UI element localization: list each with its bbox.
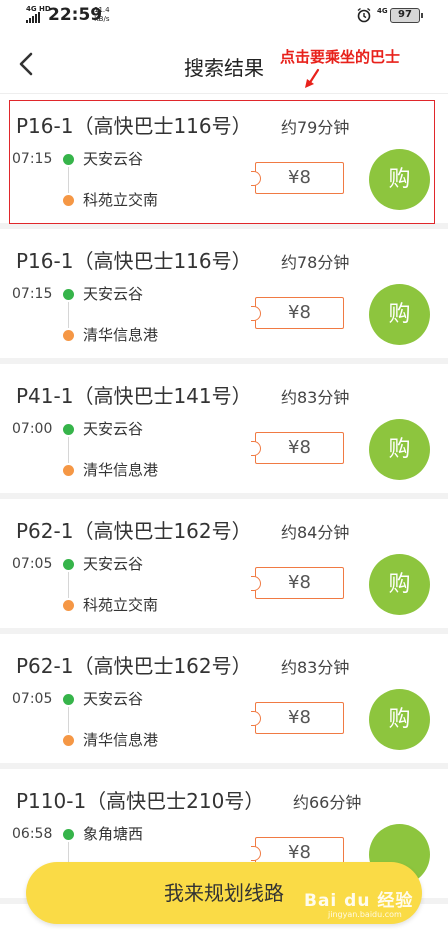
alarm-icon bbox=[357, 7, 371, 23]
end-stop: 清华信息港 bbox=[83, 326, 159, 344]
ticket-price-tag: ¥8 bbox=[251, 567, 344, 599]
bus-result-card[interactable]: P16-1（高快巴士116号） 约79分钟 07:15 天安云谷 科苑立交南 ¥… bbox=[0, 94, 448, 229]
departure-time: 07:15 bbox=[12, 286, 53, 302]
ticket-price-tag: ¥8 bbox=[251, 162, 344, 194]
baidu-jingyan-watermark: Bai du 经验 jingyan.baidu.com bbox=[304, 880, 422, 926]
route-name: P16-1（高快巴士116号） bbox=[16, 249, 252, 273]
ticket-price: ¥8 bbox=[288, 302, 311, 323]
route-line bbox=[68, 437, 69, 463]
trip-duration: 约79分钟 bbox=[281, 118, 350, 137]
route-line bbox=[68, 572, 69, 598]
status-bar: 4G HD 22:59 11.4 KB/s 4G 97 bbox=[0, 0, 448, 34]
route-line bbox=[68, 302, 69, 328]
ticket-price: ¥8 bbox=[288, 572, 311, 593]
signal-icon bbox=[26, 12, 40, 23]
route-name: P62-1（高快巴士162号） bbox=[16, 519, 252, 543]
departure-time: 07:15 bbox=[12, 151, 53, 167]
start-stop: 天安云谷 bbox=[83, 150, 144, 168]
speed-value: 11.4 bbox=[94, 6, 110, 14]
buy-button[interactable]: 购 bbox=[369, 419, 430, 480]
ticket-price: ¥8 bbox=[288, 437, 311, 458]
buy-button[interactable]: 购 bbox=[369, 149, 430, 210]
battery-icon: 97 bbox=[390, 8, 423, 23]
bus-result-card[interactable]: P62-1（高快巴士162号） 约84分钟 07:05 天安云谷 科苑立交南 ¥… bbox=[0, 499, 448, 634]
network-type-secondary: 4G bbox=[377, 7, 388, 15]
departure-time: 06:58 bbox=[12, 826, 53, 842]
trip-duration: 约83分钟 bbox=[281, 658, 350, 677]
end-stop: 清华信息港 bbox=[83, 731, 159, 749]
buy-button[interactable]: 购 bbox=[369, 554, 430, 615]
start-stop: 象角塘西 bbox=[83, 825, 144, 843]
end-stop-dot-icon bbox=[63, 600, 74, 611]
watermark-url: jingyan.baidu.com bbox=[328, 910, 402, 919]
network-speed: 11.4 KB/s bbox=[94, 6, 110, 24]
route-name: P62-1（高快巴士162号） bbox=[16, 654, 252, 678]
start-stop: 天安云谷 bbox=[83, 555, 144, 573]
ticket-price-tag: ¥8 bbox=[251, 432, 344, 464]
bus-result-card[interactable]: P62-1（高快巴士162号） 约83分钟 07:05 天安云谷 清华信息港 ¥… bbox=[0, 634, 448, 769]
start-stop: 天安云谷 bbox=[83, 420, 144, 438]
trip-duration: 约78分钟 bbox=[281, 253, 350, 272]
buy-button[interactable]: 购 bbox=[369, 689, 430, 750]
start-stop-dot-icon bbox=[63, 694, 74, 705]
end-stop-dot-icon bbox=[63, 465, 74, 476]
start-stop: 天安云谷 bbox=[83, 285, 144, 303]
route-line bbox=[68, 707, 69, 733]
ticket-price-tag: ¥8 bbox=[251, 297, 344, 329]
arrow-down-left-icon bbox=[305, 68, 320, 88]
ticket-price: ¥8 bbox=[288, 167, 311, 188]
search-results-list: P16-1（高快巴士116号） 约79分钟 07:15 天安云谷 科苑立交南 ¥… bbox=[0, 94, 448, 904]
bus-result-card[interactable]: P41-1（高快巴士141号） 约83分钟 07:00 天安云谷 清华信息港 ¥… bbox=[0, 364, 448, 499]
tutorial-annotation: 点击要乘坐的巴士 bbox=[280, 48, 401, 66]
end-stop: 清华信息港 bbox=[83, 461, 159, 479]
route-line bbox=[68, 167, 69, 193]
end-stop-dot-icon bbox=[63, 330, 74, 341]
route-name: P110-1（高快巴士210号） bbox=[16, 789, 265, 813]
buy-button[interactable]: 购 bbox=[369, 284, 430, 345]
ticket-price-tag: ¥8 bbox=[251, 702, 344, 734]
watermark-text: Bai du 经验 bbox=[304, 891, 414, 911]
trip-duration: 约83分钟 bbox=[281, 388, 350, 407]
end-stop: 科苑立交南 bbox=[83, 596, 159, 614]
ticket-price: ¥8 bbox=[288, 707, 311, 728]
end-stop-dot-icon bbox=[63, 735, 74, 746]
route-name: P16-1（高快巴士116号） bbox=[16, 114, 252, 138]
trip-duration: 约84分钟 bbox=[281, 523, 350, 542]
departure-time: 07:00 bbox=[12, 421, 53, 437]
bus-result-card[interactable]: P16-1（高快巴士116号） 约78分钟 07:15 天安云谷 清华信息港 ¥… bbox=[0, 229, 448, 364]
end-stop-dot-icon bbox=[63, 195, 74, 206]
start-stop-dot-icon bbox=[63, 154, 74, 165]
trip-duration: 约66分钟 bbox=[293, 793, 362, 812]
start-stop-dot-icon bbox=[63, 559, 74, 570]
end-stop: 科苑立交南 bbox=[83, 191, 159, 209]
start-stop-dot-icon bbox=[63, 829, 74, 840]
departure-time: 07:05 bbox=[12, 691, 53, 707]
departure-time: 07:05 bbox=[12, 556, 53, 572]
start-stop: 天安云谷 bbox=[83, 690, 144, 708]
app-screen: 4G HD 22:59 11.4 KB/s 4G 97 搜索结果 点击要乘坐的巴… bbox=[0, 0, 448, 932]
header: 搜索结果 点击要乘坐的巴士 bbox=[0, 34, 448, 94]
start-stop-dot-icon bbox=[63, 289, 74, 300]
start-stop-dot-icon bbox=[63, 424, 74, 435]
speed-unit: KB/s bbox=[94, 15, 110, 23]
route-name: P41-1（高快巴士141号） bbox=[16, 384, 252, 408]
